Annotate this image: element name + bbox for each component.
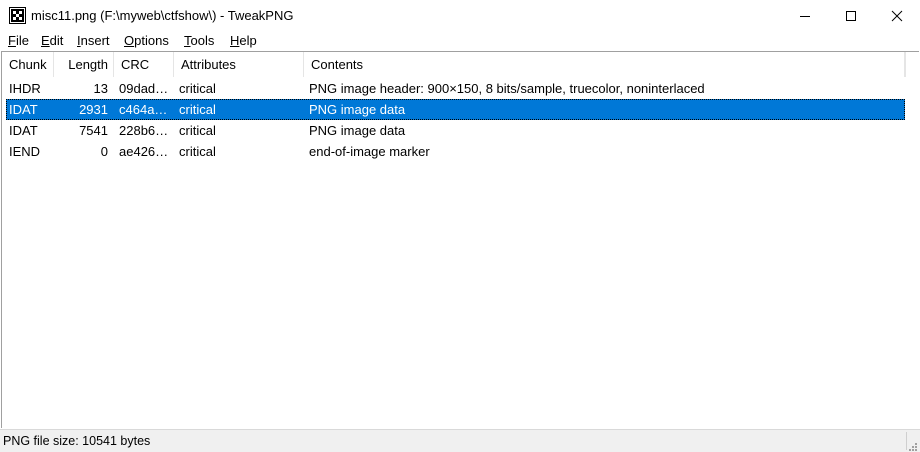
column-header-crc[interactable]: CRC — [114, 52, 174, 77]
menu-insert[interactable]: Insert — [77, 33, 110, 48]
cell-contents: PNG image data — [309, 123, 406, 138]
minimize-icon — [800, 16, 810, 17]
close-button[interactable] — [874, 0, 920, 32]
cell-length: 7541 — [79, 123, 108, 138]
cell-crc: c464a… — [119, 102, 168, 117]
column-header-contents[interactable]: Contents — [304, 52, 905, 77]
close-icon — [891, 10, 903, 22]
status-text: PNG file size: 10541 bytes — [3, 434, 151, 448]
cell-length: 2931 — [79, 102, 108, 117]
status-bar: PNG file size: 10541 bytes — [0, 429, 920, 452]
menu-help[interactable]: Help — [230, 33, 257, 48]
cell-length: 0 — [100, 144, 108, 159]
cell-crc: 09dad… — [119, 81, 169, 96]
maximize-button[interactable] — [828, 0, 874, 32]
cell-contents: PNG image data — [309, 102, 406, 117]
cell-chunk: IHDR — [9, 81, 41, 96]
cell-crc: 228b6… — [119, 123, 169, 138]
cell-attributes: critical — [179, 123, 216, 138]
list-header: Chunk Length CRC Attributes Contents — [2, 52, 906, 77]
title-bar[interactable]: misc11.png (F:\myweb\ctfshow\) - TweakPN… — [0, 0, 920, 32]
column-header-chunk[interactable]: Chunk — [2, 52, 54, 77]
resize-grip-icon[interactable] — [908, 440, 918, 451]
column-header-length[interactable]: Length — [54, 52, 114, 77]
menu-file[interactable]: File — [8, 33, 29, 48]
table-row[interactable]: IHDR 13 09dad… critical PNG image header… — [6, 78, 905, 99]
chunk-list[interactable]: Chunk Length CRC Attributes Contents IHD… — [1, 51, 919, 428]
header-filler — [905, 52, 919, 77]
maximize-icon — [846, 11, 856, 21]
cell-crc: ae426… — [119, 144, 169, 159]
menu-tools[interactable]: Tools — [184, 33, 214, 48]
table-row[interactable]: IDAT 2931 c464a… critical PNG image data — [6, 99, 905, 120]
table-row[interactable]: IEND 0 ae426… critical end-of-image mark… — [6, 141, 905, 162]
cell-length: 13 — [93, 81, 108, 96]
menu-edit[interactable]: Edit — [41, 33, 63, 48]
column-header-attributes[interactable]: Attributes — [174, 52, 304, 77]
menu-bar: File Edit Insert Options Tools Help — [0, 31, 920, 51]
cell-contents: PNG image header: 900×150, 8 bits/sample… — [309, 81, 705, 96]
cell-attributes: critical — [179, 81, 216, 96]
cell-attributes: critical — [179, 144, 216, 159]
cell-chunk: IDAT — [9, 123, 38, 138]
table-row[interactable]: IDAT 7541 228b6… critical PNG image data — [6, 120, 905, 141]
tweakpng-icon — [9, 7, 26, 24]
cell-chunk: IEND — [9, 144, 41, 159]
cell-attributes: critical — [179, 102, 216, 117]
status-divider — [906, 432, 907, 450]
cell-chunk: IDAT — [9, 102, 38, 117]
menu-options[interactable]: Options — [124, 33, 169, 48]
cell-contents: end-of-image marker — [309, 144, 430, 159]
window-title: misc11.png (F:\myweb\ctfshow\) - TweakPN… — [31, 8, 294, 23]
minimize-button[interactable] — [782, 0, 828, 32]
